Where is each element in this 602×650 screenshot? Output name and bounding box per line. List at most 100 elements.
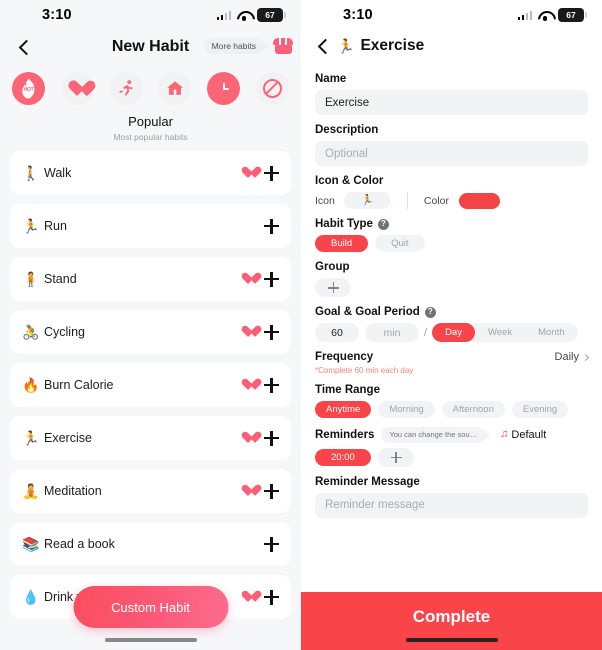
status-bar-left: 3:10 67 xyxy=(0,0,301,30)
status-indicators: 67 xyxy=(517,8,588,22)
add-habit-button[interactable] xyxy=(264,165,279,181)
goal-period-segmented-control: Day Week Month xyxy=(432,323,578,342)
habit-row[interactable]: 🧍 Stand xyxy=(10,257,291,301)
add-habit-button[interactable] xyxy=(264,271,279,287)
description-input[interactable]: Optional xyxy=(315,141,588,166)
time-range-option[interactable]: Evening xyxy=(511,401,569,418)
habit-type-option[interactable]: Quit xyxy=(375,235,425,252)
habit-label: Meditation xyxy=(44,484,102,498)
category-tab-routine[interactable] xyxy=(207,72,241,105)
favorite-heart-icon[interactable] xyxy=(242,326,255,338)
question-mark-icon[interactable]: ? xyxy=(424,306,436,318)
category-tab-fitness[interactable] xyxy=(109,72,143,105)
favorite-heart-icon[interactable] xyxy=(242,432,255,444)
habit-row[interactable]: 🔥 Burn Calorie xyxy=(10,363,291,407)
time-range-option[interactable]: Morning xyxy=(378,401,435,418)
no-entry-icon xyxy=(262,79,282,98)
status-bar-right: 3:10 67 xyxy=(301,0,602,30)
divider xyxy=(406,192,408,209)
goal-unit-select[interactable]: min xyxy=(365,323,419,342)
habit-label: Walk xyxy=(44,166,72,180)
add-group-button[interactable] xyxy=(315,278,351,297)
habit-type-option[interactable]: Build xyxy=(315,235,369,252)
habit-emoji: 💧 xyxy=(22,588,40,605)
reminder-sound-button[interactable]: ♫ Default xyxy=(500,429,546,441)
habit-emoji: 🏃 xyxy=(22,217,40,234)
color-picker-button[interactable] xyxy=(458,192,500,209)
goal-amount-input[interactable]: 60 xyxy=(315,323,359,342)
reminder-sound-value: Default xyxy=(511,428,547,441)
favorite-heart-icon[interactable] xyxy=(242,379,255,391)
back-button[interactable] xyxy=(315,38,331,54)
frequency-row[interactable]: Frequency Daily xyxy=(315,351,590,363)
battery-icon: 67 xyxy=(558,8,588,22)
habit-row[interactable]: 🚶 Walk xyxy=(10,151,291,195)
frequency-value: Daily xyxy=(554,351,579,363)
back-button[interactable] xyxy=(16,39,32,55)
dual-screen-container: 3:10 67 New Habit More habits HOT Popula… xyxy=(0,0,602,650)
habit-row[interactable]: 🧘 Meditation xyxy=(10,469,291,513)
store-icon[interactable] xyxy=(273,36,293,56)
habit-title: Exercise xyxy=(360,37,425,54)
category-tab-popular[interactable]: HOT xyxy=(12,72,45,105)
time-range-option[interactable]: Anytime xyxy=(315,401,372,418)
goal-period-option[interactable]: Month xyxy=(525,323,577,342)
goal-period-option[interactable]: Week xyxy=(475,323,525,342)
add-habit-button[interactable] xyxy=(264,589,279,605)
favorite-heart-icon[interactable] xyxy=(242,273,255,285)
add-habit-button[interactable] xyxy=(264,430,279,446)
habit-label: Exercise xyxy=(44,431,92,445)
more-habits-tooltip: More habits xyxy=(203,37,263,55)
habit-row[interactable]: 🏃 Run xyxy=(10,204,291,248)
icon-color-label: Icon & Color xyxy=(315,175,384,187)
add-habit-button[interactable] xyxy=(264,324,279,340)
habit-list: 🚶 Walk 🏃 Run 🧍 Stand 🚴 Cycling 🔥 Burn Calorie 🏃 Exe… xyxy=(0,151,301,628)
category-tabs: HOT xyxy=(0,64,301,105)
frequency-value-group[interactable]: Daily xyxy=(554,351,590,363)
add-habit-button[interactable] xyxy=(264,377,279,393)
habit-row[interactable]: 📚 Read a book xyxy=(10,522,291,566)
habit-label: Run xyxy=(44,219,67,233)
custom-habit-button[interactable]: Custom Habit xyxy=(73,586,228,628)
icon-color-row: Icon 🏃 Color xyxy=(315,192,588,209)
habit-form: Name Exercise Description Optional Icon … xyxy=(301,62,602,518)
time-range-option[interactable]: Afternoon xyxy=(441,401,505,418)
category-title: Popular xyxy=(128,114,173,129)
habit-row[interactable]: 🏃 Exercise xyxy=(10,416,291,460)
favorite-heart-icon[interactable] xyxy=(242,485,255,497)
add-habit-button[interactable] xyxy=(264,536,279,552)
nav-bar-left: New Habit More habits xyxy=(0,30,301,64)
habit-emoji: 🔥 xyxy=(22,376,40,393)
habit-label: Cycling xyxy=(44,325,85,339)
battery-level: 67 xyxy=(566,9,576,20)
category-tab-quit[interactable] xyxy=(255,72,289,105)
goal-row: 60 min / Day Week Month xyxy=(315,323,588,342)
home-indicator-right xyxy=(405,637,498,642)
add-habit-button[interactable] xyxy=(264,218,279,234)
add-habit-button[interactable] xyxy=(264,483,279,499)
complete-button-label: Complete xyxy=(412,607,491,626)
habit-emoji: 🚴 xyxy=(22,323,40,340)
add-reminder-button[interactable] xyxy=(377,447,414,467)
reminders-label: Reminders xyxy=(315,428,375,441)
cellular-signal-icon xyxy=(216,10,231,20)
more-habits-group: More habits xyxy=(203,36,293,56)
category-tab-home[interactable] xyxy=(158,72,192,105)
goal-period-option[interactable]: Day xyxy=(432,323,475,342)
nav-bar-right: 🏃 Exercise xyxy=(301,30,602,62)
habit-row[interactable]: 🚴 Cycling xyxy=(10,310,291,354)
category-tab-health[interactable] xyxy=(60,72,94,105)
favorite-heart-icon[interactable] xyxy=(242,591,255,603)
favorite-heart-icon[interactable] xyxy=(242,167,255,179)
frequency-label: Frequency xyxy=(315,351,374,363)
reminder-message-input[interactable]: Reminder message xyxy=(315,492,588,518)
question-mark-icon[interactable]: ? xyxy=(377,218,389,230)
description-label: Description xyxy=(315,124,379,136)
icon-picker-button[interactable]: 🏃 xyxy=(343,192,391,209)
name-input[interactable]: Exercise xyxy=(315,90,588,115)
reminder-time-chip[interactable]: 20:00 xyxy=(315,448,371,466)
habit-emoji: 🚶 xyxy=(22,164,40,181)
habit-type-label-text: Habit Type xyxy=(315,218,373,230)
habit-type-options: Build Quit xyxy=(315,235,588,252)
cellular-signal-icon xyxy=(517,10,532,20)
